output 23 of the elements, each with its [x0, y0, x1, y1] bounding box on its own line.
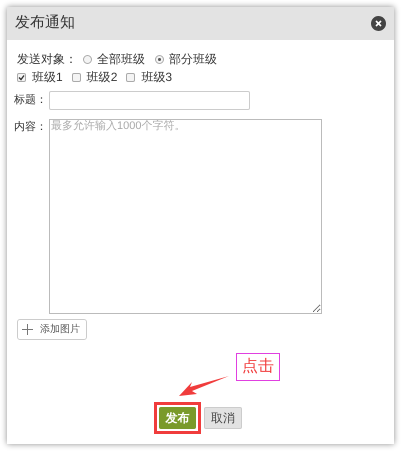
content-textarea[interactable]: 最多允许输入1000个字符。 [49, 119, 322, 314]
radio-label: 部分班级 [169, 51, 217, 68]
radio-button[interactable] [83, 54, 92, 64]
checkbox-label: 班级3 [141, 69, 172, 86]
checkbox-label: 班级2 [86, 69, 118, 86]
checkbox[interactable] [72, 72, 81, 82]
content-label: 内容： [14, 120, 48, 135]
title-label: 标题： [14, 92, 48, 108]
target-label: 发送对象： [17, 51, 77, 68]
cancel-button[interactable]: 取消 [204, 407, 242, 429]
add-image-button[interactable]: 添加图片 [17, 319, 87, 340]
arrow-icon [178, 375, 230, 397]
plus-icon [22, 324, 33, 335]
title-input[interactable] [49, 90, 250, 110]
checkbox[interactable] [126, 72, 136, 82]
checkbox[interactable] [17, 72, 26, 82]
radio-button[interactable] [155, 54, 164, 64]
dialog-title: 发布通知 [15, 13, 75, 34]
radio-label: 全部班级 [97, 51, 145, 68]
close-icon [375, 20, 382, 27]
annotation-label: 点击 [236, 353, 280, 381]
checkbox-label: 班级1 [32, 69, 63, 86]
close-button[interactable] [371, 16, 386, 31]
